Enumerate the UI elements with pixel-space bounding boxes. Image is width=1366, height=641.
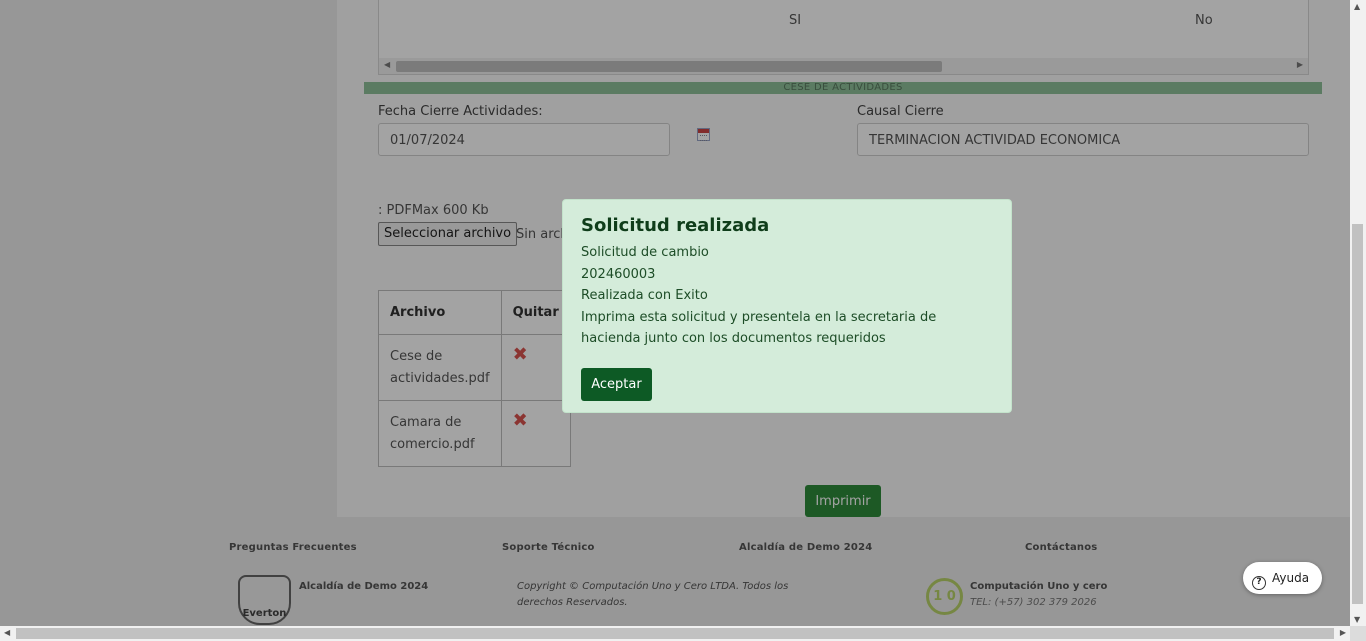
help-label: Ayuda [1272,571,1310,585]
modal-title: Solicitud realizada [581,215,770,236]
horizontal-scrollbar[interactable]: ◀ ▶ [0,626,1350,641]
scroll-down-arrow-icon[interactable]: ▼ [1354,615,1360,624]
modal-line: 202460003 [581,266,656,282]
modal-line: Realizada con Exito [581,288,708,303]
modal-line: Solicitud de cambio [581,245,709,260]
question-icon: ? [1252,576,1266,590]
scroll-up-arrow-icon[interactable]: ▲ [1354,2,1360,11]
success-modal: Solicitud realizada Solicitud de cambio … [562,199,1012,413]
vertical-scrollbar[interactable]: ▲ ▼ [1350,0,1366,626]
scroll-right-arrow-icon[interactable]: ▶ [1340,628,1346,637]
modal-line: Imprima esta solicitud y presentela en l… [581,309,937,347]
accept-button[interactable]: Aceptar [581,368,652,401]
horizontal-scroll-thumb[interactable] [16,628,1334,639]
vertical-scroll-thumb[interactable] [1352,224,1363,604]
scroll-left-arrow-icon[interactable]: ◀ [4,628,10,637]
scrollbar-corner [1350,626,1366,641]
help-button[interactable]: ? Ayuda [1243,562,1322,594]
